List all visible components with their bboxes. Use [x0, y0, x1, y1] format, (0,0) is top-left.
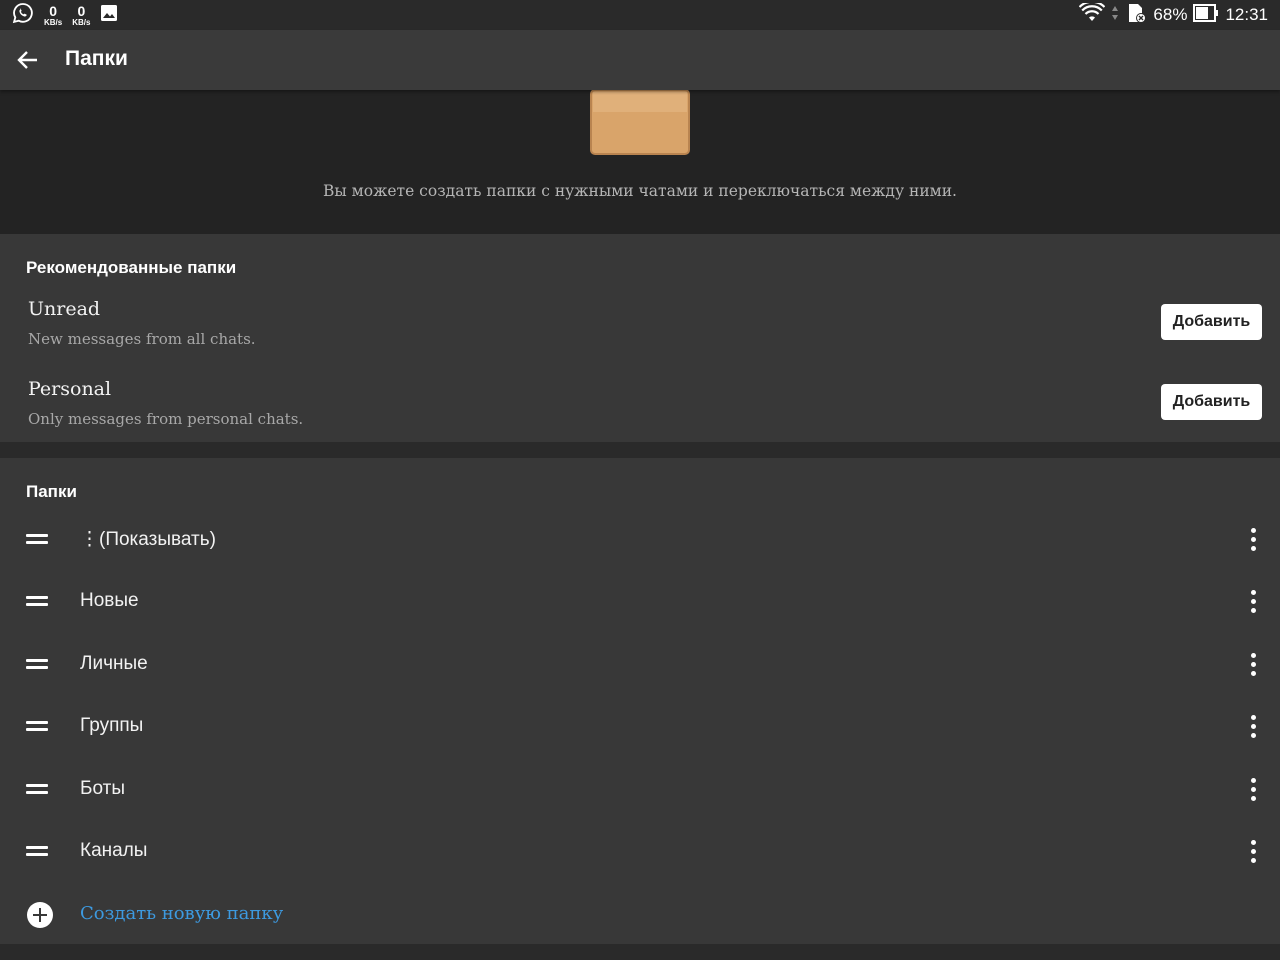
drag-handle-icon[interactable]	[26, 657, 48, 671]
folder-name: Каналы	[80, 840, 148, 861]
more-vertical-icon[interactable]	[1246, 712, 1260, 740]
back-button[interactable]	[10, 42, 46, 78]
whatsapp-icon	[12, 2, 34, 29]
drag-handle-icon[interactable]	[26, 844, 48, 858]
recommended-item-title: Unread	[28, 298, 101, 320]
battery-percent: 68%	[1153, 5, 1188, 24]
recommended-item-unread: Unread New messages from all chats. Доба…	[0, 298, 1280, 378]
drag-handle-icon[interactable]	[26, 594, 48, 608]
create-folder-button[interactable]: Создать новую папку	[0, 882, 1280, 944]
sd-card-icon	[1125, 2, 1147, 29]
recommended-item-subtitle: Only messages from personal chats.	[28, 410, 304, 428]
folder-name: Новые	[80, 590, 139, 611]
net-rate-value: 0	[77, 2, 86, 19]
folder-row[interactable]: Группы	[0, 698, 1280, 760]
folder-name: ⋮(Показывать)	[80, 529, 216, 550]
bottom-divider	[0, 944, 1280, 960]
add-button[interactable]: Добавить	[1161, 304, 1262, 340]
status-bar: 0 KB/s 0 KB/s 68% 12:31	[0, 0, 1280, 30]
section-divider	[0, 442, 1280, 458]
clock: 12:31	[1225, 5, 1268, 24]
arrow-left-icon	[17, 51, 37, 69]
folders-section: Папки ⋮(Показывать) Новые Личные Группы …	[0, 458, 1280, 944]
image-icon	[100, 4, 118, 27]
net-rate-value: 0	[49, 2, 58, 19]
more-vertical-icon[interactable]	[1246, 775, 1260, 803]
section-header: Рекомендованные папки	[26, 258, 237, 277]
add-button[interactable]: Добавить	[1161, 384, 1262, 420]
folders-intro: Вы можете создать папки с нужными чатами…	[0, 86, 1280, 232]
data-arrows-icon	[1111, 3, 1119, 28]
recommended-item-title: Personal	[28, 378, 112, 400]
wifi-icon	[1079, 0, 1106, 28]
drag-handle-icon[interactable]	[26, 782, 48, 796]
more-vertical-icon[interactable]	[1246, 525, 1260, 553]
status-bar-left: 0 KB/s 0 KB/s	[12, 2, 118, 29]
page-title: Папки	[65, 47, 128, 70]
net-rate-down: 0 KB/s	[44, 4, 62, 27]
section-header: Папки	[26, 482, 77, 501]
add-circle-icon	[27, 902, 53, 928]
net-rate-unit: KB/s	[44, 17, 63, 27]
recommended-folders-section: Рекомендованные папки Unread New message…	[0, 234, 1280, 442]
status-bar-right: 68% 12:31	[1079, 0, 1268, 29]
drag-handle-icon[interactable]	[26, 719, 48, 733]
folder-row[interactable]: Личные	[0, 636, 1280, 698]
folder-row[interactable]: ⋮(Показывать)	[0, 511, 1280, 573]
net-rate-unit: KB/s	[72, 17, 91, 27]
folder-name: Личные	[80, 653, 148, 674]
battery-icon	[1193, 3, 1219, 28]
folder-illustration-icon	[590, 86, 690, 155]
folder-name: Боты	[80, 778, 125, 799]
folder-name: Группы	[80, 715, 144, 736]
recommended-item-subtitle: New messages from all chats.	[28, 330, 256, 348]
create-folder-label: Создать новую папку	[80, 903, 284, 924]
more-vertical-icon[interactable]	[1246, 587, 1260, 615]
folder-row[interactable]: Новые	[0, 573, 1280, 635]
intro-description: Вы можете создать папки с нужными чатами…	[323, 182, 957, 200]
folder-row[interactable]: Каналы	[0, 823, 1280, 885]
drag-handle-icon[interactable]	[26, 532, 48, 546]
net-rate-up: 0 KB/s	[72, 4, 90, 27]
more-vertical-icon[interactable]	[1246, 650, 1260, 678]
app-toolbar: Папки	[0, 30, 1280, 90]
more-vertical-icon[interactable]	[1246, 837, 1260, 865]
folder-row[interactable]: Боты	[0, 761, 1280, 823]
